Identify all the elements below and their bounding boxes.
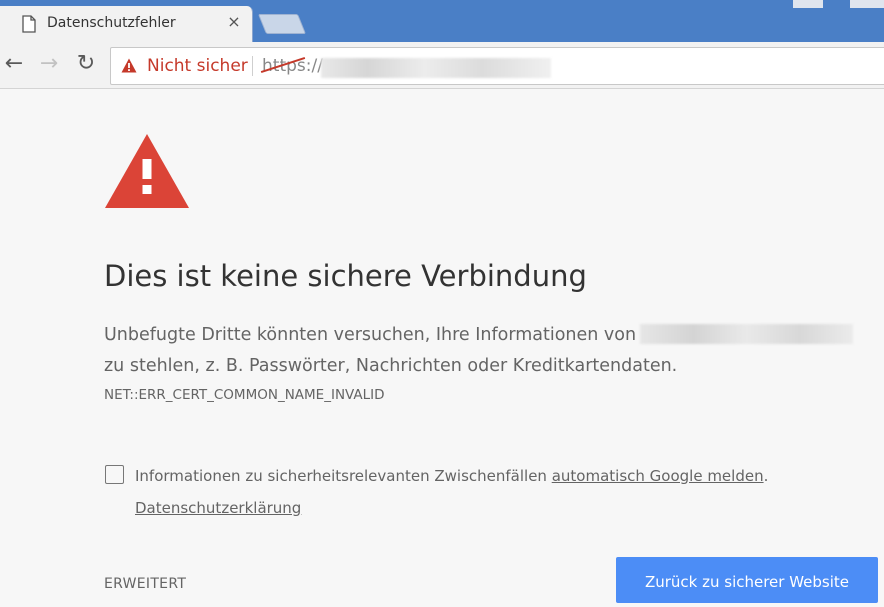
new-tab-button[interactable] bbox=[257, 14, 307, 34]
redacted-url bbox=[321, 58, 551, 78]
address-bar[interactable]: Nicht sicher https:// bbox=[110, 47, 884, 85]
struck-https: https bbox=[262, 56, 306, 76]
warning-message: Unbefugte Dritte könnten versuchen, Ihre… bbox=[104, 320, 874, 382]
reload-icon[interactable]: ↻ bbox=[74, 52, 98, 76]
not-secure-label[interactable]: Nicht sicher bbox=[147, 56, 248, 76]
window-control[interactable] bbox=[793, 0, 823, 8]
active-tab[interactable]: Datenschutzfehler × bbox=[0, 6, 253, 42]
report-text: Informationen zu sicherheitsrelevanten Z… bbox=[135, 467, 552, 485]
tab-title: Datenschutzfehler bbox=[47, 15, 176, 31]
document-icon bbox=[22, 15, 36, 33]
advanced-button[interactable]: ERWEITERT bbox=[104, 576, 186, 592]
error-code[interactable]: NET::ERR_CERT_COMMON_NAME_INVALID bbox=[104, 387, 385, 403]
back-to-safety-button[interactable]: Zurück zu sicherer Website bbox=[616, 557, 878, 603]
omnibox-divider bbox=[252, 56, 253, 76]
window-control[interactable] bbox=[850, 0, 884, 8]
url-scheme: https:// bbox=[262, 56, 323, 76]
redacted-hostname bbox=[640, 324, 854, 344]
report-label: Informationen zu sicherheitsrelevanten Z… bbox=[135, 467, 768, 485]
ssl-interstitial: Dies ist keine sichere Verbindung Unbefu… bbox=[0, 89, 884, 603]
tab-strip: Datenschutzfehler × bbox=[0, 0, 884, 42]
close-tab-icon[interactable]: × bbox=[226, 13, 242, 31]
report-checkbox[interactable] bbox=[105, 465, 124, 484]
page-title: Dies ist keine sichere Verbindung bbox=[104, 259, 587, 293]
toolbar: ← → ↻ Nicht sicher https:// bbox=[0, 42, 884, 89]
forward-arrow-icon[interactable]: → bbox=[37, 52, 61, 76]
report-text-end: . bbox=[763, 467, 769, 485]
large-warning-triangle-icon bbox=[105, 134, 189, 208]
report-link[interactable]: automatisch Google melden bbox=[552, 467, 764, 485]
privacy-policy-link[interactable]: Datenschutzerklärung bbox=[135, 499, 301, 517]
warning-message-part1: Unbefugte Dritte könnten versuchen, Ihre… bbox=[104, 325, 637, 345]
warning-message-part2: zu stehlen, z. B. Passwörter, Nachrichte… bbox=[104, 356, 678, 376]
warning-triangle-icon bbox=[121, 58, 137, 73]
back-arrow-icon[interactable]: ← bbox=[2, 52, 26, 76]
